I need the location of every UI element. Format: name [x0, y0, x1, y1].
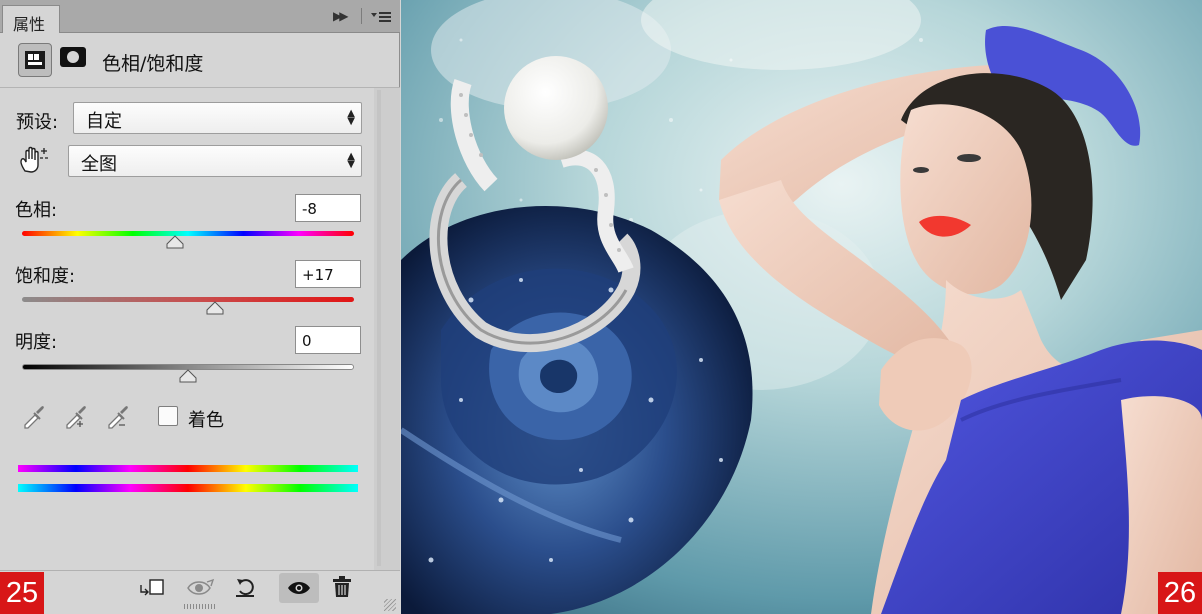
select-arrows-icon: ▲ ▼	[347, 151, 355, 170]
eye-icon[interactable]	[279, 573, 319, 603]
panel-menu-icon[interactable]	[370, 9, 392, 25]
tab-bar-divider	[361, 8, 362, 24]
lightness-input[interactable]: 0	[295, 326, 361, 354]
channel-value: 全图	[81, 154, 117, 175]
lightness-label: 明度:	[15, 332, 58, 353]
artwork-image	[401, 0, 1202, 614]
view-previous-state-icon[interactable]	[185, 575, 215, 601]
double-arrow-right-icon[interactable]: ▶▶	[333, 9, 349, 23]
artwork-canvas	[401, 0, 1202, 614]
saturation-slider-track[interactable]	[22, 297, 354, 302]
trash-icon[interactable]	[327, 574, 357, 600]
eyedropper-minus-icon[interactable]	[104, 402, 132, 430]
eyedropper-icon[interactable]	[20, 402, 48, 430]
hand-target-adjust-icon[interactable]	[16, 144, 50, 176]
corner-resize-grip[interactable]	[384, 599, 396, 611]
hue-slider-thumb[interactable]	[166, 235, 184, 249]
preset-label: 预设:	[16, 112, 59, 133]
saturation-label: 饱和度:	[15, 266, 76, 287]
adjustment-layer-icon[interactable]	[18, 43, 52, 77]
clip-to-layer-icon[interactable]	[137, 575, 167, 601]
preset-value: 自定	[86, 111, 122, 132]
panel-tab-bar: 属性 ▶▶	[0, 0, 400, 34]
saturation-input[interactable]: +17	[295, 260, 361, 288]
panel-scrollbar[interactable]	[374, 88, 400, 570]
lightness-slider-thumb[interactable]	[179, 369, 197, 383]
adjustment-header: 色相/饱和度	[0, 33, 400, 88]
tab-properties[interactable]: 属性	[2, 5, 60, 34]
hue-input[interactable]: -8	[295, 194, 361, 222]
saturation-slider-thumb[interactable]	[206, 301, 224, 315]
channel-select[interactable]: 全图 ▲ ▼	[68, 145, 362, 177]
output-spectrum-bar	[18, 484, 358, 492]
eyedropper-plus-icon[interactable]	[62, 402, 90, 430]
panel-footer	[0, 570, 400, 614]
reset-icon[interactable]	[231, 575, 261, 601]
resize-grip[interactable]	[184, 604, 216, 609]
hue-slider-track[interactable]	[22, 231, 354, 236]
colorize-label: 着色	[188, 410, 224, 431]
colorize-checkbox[interactable]	[158, 406, 178, 426]
select-arrows-icon: ▲ ▼	[347, 108, 355, 127]
figure-number-right: 26	[1158, 572, 1202, 614]
preset-select[interactable]: 自定 ▲ ▼	[73, 102, 362, 134]
properties-panel: 属性 ▶▶ 色相/饱和度 预设: 自定 ▲ ▼ 全图 ▲ ▼ 色相: -8 饱和…	[0, 0, 400, 614]
hue-label: 色相:	[15, 200, 58, 221]
figure-number-left: 25	[0, 572, 44, 614]
mask-icon[interactable]	[60, 47, 86, 67]
input-spectrum-bar	[18, 465, 358, 472]
adjustment-title: 色相/饱和度	[102, 53, 204, 75]
